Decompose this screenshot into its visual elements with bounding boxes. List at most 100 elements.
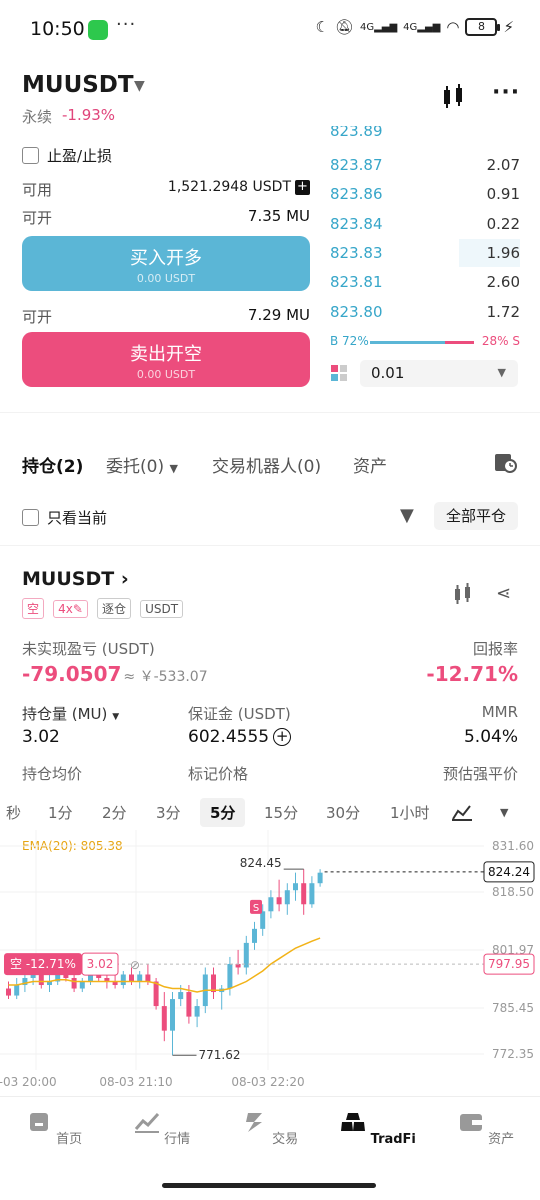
orderbook-row[interactable]: 823.83 1.96 xyxy=(330,238,520,268)
orderbook-qty: 2.07 xyxy=(486,156,520,174)
candle-body xyxy=(120,974,126,986)
orderbook-row[interactable]: 823.84 0.22 xyxy=(330,209,520,239)
nav-assets[interactable]: 资产 xyxy=(446,1111,526,1147)
sell-label: 卖出开空 xyxy=(130,344,202,365)
wifi-icon: ◠ xyxy=(446,18,460,36)
charging-icon: ⚡︎ xyxy=(503,18,514,36)
candlestick-icon[interactable] xyxy=(440,84,466,110)
candle-body xyxy=(268,897,274,912)
roe-label: 回报率 xyxy=(472,640,518,658)
chevron-down-icon: ▼ xyxy=(497,366,506,379)
available-value: 1,521.2948 USDT xyxy=(167,179,291,195)
sell-amount: 0.00 USDT xyxy=(136,368,196,381)
sell-short-button[interactable]: 卖出开空 0.00 USDT xyxy=(22,332,310,387)
timeframe-tab[interactable]: 秒 xyxy=(6,802,21,823)
orderbook-qty: 1.72 xyxy=(486,302,520,321)
wallet-icon xyxy=(459,1114,482,1131)
tab-trading-bots[interactable]: 交易机器人(0) xyxy=(212,452,321,477)
orderbook-row[interactable]: 823.81 2.60 xyxy=(330,267,520,297)
status-bar: 10:50 ··· ☾ 🔕︎ 4G▂▄▆ 4G▂▄▆ ◠ 8 ⚡︎ xyxy=(0,0,540,60)
more-menu-icon[interactable]: ··· xyxy=(492,80,520,105)
open-long-value: 7.35 MU xyxy=(247,207,310,225)
available-row: 1,521.2948 USDT + xyxy=(168,179,310,195)
close-all-button[interactable]: 全部平仓 xyxy=(434,502,518,530)
depth-mode-icon[interactable] xyxy=(331,365,348,382)
chevron-down-icon[interactable]: ▼ xyxy=(500,806,508,819)
chevron-down-icon[interactable]: ▼ xyxy=(134,78,145,94)
chart-type-icon[interactable] xyxy=(452,803,472,821)
add-funds-icon[interactable]: + xyxy=(295,179,310,195)
position-symbol[interactable]: MUUSDT › xyxy=(22,568,129,590)
timeframe-tab[interactable]: 2分 xyxy=(102,802,127,823)
checkbox-icon[interactable] xyxy=(22,147,39,164)
timeframe-tab[interactable]: 5分 xyxy=(200,798,246,827)
timeframe-tab[interactable]: 1分 xyxy=(48,802,73,823)
precision-value: 0.01 xyxy=(371,364,405,382)
orderbook-row[interactable]: 823.87 2.07 xyxy=(330,150,520,180)
orderbook-row[interactable]: 823.80 1.72 xyxy=(330,297,520,327)
buy-ratio: B 72% xyxy=(330,334,369,348)
orderbook-qty: 0.22 xyxy=(486,214,520,233)
buy-amount: 0.00 USDT xyxy=(136,272,196,285)
precision-select[interactable]: 0.01 ▼ xyxy=(360,360,518,387)
buy-long-button[interactable]: 买入开多 0.00 USDT xyxy=(22,236,310,291)
mmr-label: MMR xyxy=(481,703,518,721)
only-current-toggle[interactable]: 只看当前 xyxy=(22,507,107,528)
candle-body xyxy=(38,974,44,986)
status-dots: ··· xyxy=(116,14,137,35)
candlestick-chart[interactable]: 831.60818.50801.97785.45772.3508-03 20:0… xyxy=(0,830,540,1094)
pnl-value: -79.0507 xyxy=(22,662,122,686)
candlestick-icon[interactable] xyxy=(452,583,474,605)
filter-icon[interactable]: ▼ xyxy=(400,505,414,526)
candle-body xyxy=(276,897,282,905)
y-tick-label: 772.35 xyxy=(492,1047,534,1061)
nav-home[interactable]: 首页 xyxy=(14,1111,94,1147)
pnl-cny: ≈ ￥-533.07 xyxy=(123,669,208,685)
pnl-label: 未实现盈亏 (USDT) xyxy=(22,640,155,658)
candle-body xyxy=(170,999,175,1031)
position-tag-label: 空 -12.71% xyxy=(10,957,76,971)
gold-bars-icon xyxy=(341,1113,366,1131)
share-icon[interactable]: ⋖ xyxy=(496,583,511,604)
timeframe-tab[interactable]: 15分 xyxy=(264,802,298,823)
chevron-down-icon: ▼ xyxy=(112,712,120,722)
history-icon[interactable] xyxy=(494,451,518,473)
tab-orders[interactable]: 委托(0) ▼ xyxy=(106,452,178,477)
tag-currency: USDT xyxy=(140,600,184,618)
margin-row: 602.4555 + xyxy=(188,727,292,747)
timeframe-tab[interactable]: 3分 xyxy=(156,802,181,823)
nav-tradfi[interactable]: TradFi xyxy=(338,1111,418,1147)
candle-body xyxy=(129,974,134,982)
nav-assets-label: 资产 xyxy=(488,1132,515,1147)
nav-market[interactable]: 行情 xyxy=(122,1111,202,1147)
checkbox-icon[interactable] xyxy=(22,509,39,526)
add-margin-icon[interactable]: + xyxy=(273,728,292,746)
candle-body xyxy=(153,981,159,1007)
hide-eye-icon: ⊘ xyxy=(130,958,140,972)
open-long-label: 可开 xyxy=(22,209,53,227)
tag-leverage[interactable]: 4x✎ xyxy=(53,600,88,618)
nav-trade-label: 交易 xyxy=(272,1132,299,1147)
size-value: 3.02 xyxy=(22,727,60,747)
size-label[interactable]: 持仓量 (MU) ▼ xyxy=(22,703,119,724)
status-icons: ☾ 🔕︎ 4G▂▄▆ 4G▂▄▆ ◠ 8 ⚡︎ xyxy=(315,18,514,36)
timeframe-tab[interactable]: 1小时 xyxy=(390,802,430,823)
low-price-label: 771.62 xyxy=(199,1048,241,1062)
candle-body xyxy=(211,974,216,993)
edit-icon: ✎ xyxy=(72,602,83,616)
tab-assets[interactable]: 资产 xyxy=(353,452,387,477)
mark-price-label: 标记价格 xyxy=(188,765,249,783)
ratio-bar-fill xyxy=(370,341,445,344)
symbol-title[interactable]: MUUSDT xyxy=(22,72,134,98)
tpsl-toggle[interactable]: 止盈/止损 xyxy=(22,145,112,166)
timeframe-tab[interactable]: 30分 xyxy=(326,802,360,823)
position-price-label: 797.95 xyxy=(488,957,530,971)
nav-trade[interactable]: 交易 xyxy=(230,1111,310,1147)
candle-body xyxy=(14,985,20,996)
margin-value: 602.4555 xyxy=(188,727,270,747)
orderbook-row[interactable]: 823.86 0.91 xyxy=(330,179,520,209)
orderbook-price: 823.81 xyxy=(330,273,383,292)
tab-positions[interactable]: 持仓(2) xyxy=(22,452,83,477)
position-tags: 空 4x✎ 逐仓 USDT xyxy=(22,598,187,619)
nav-home-label: 首页 xyxy=(56,1132,83,1147)
